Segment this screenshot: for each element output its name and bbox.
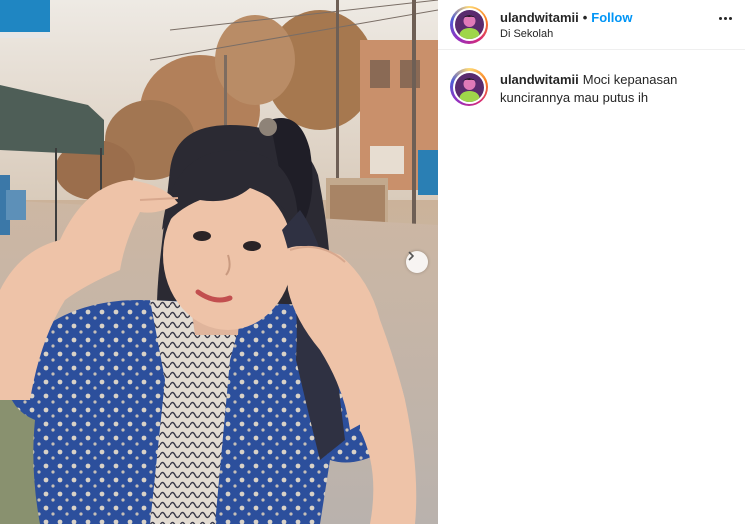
caption-avatar[interactable] [450,68,488,106]
chevron-right-icon [408,251,414,261]
caption-line-1: Moci kepanasan [582,72,678,87]
separator-dot: • [582,9,588,25]
post-side-panel: ulandwitamii • Follow Di Sekolah ulandwi… [438,0,745,524]
post-photo[interactable] [0,0,438,524]
avatar[interactable] [450,5,488,44]
caption-username[interactable]: ulandwitamii [500,72,579,87]
avatar-image [454,10,484,39]
photo-illustration [0,0,438,524]
avatar-image [454,72,484,102]
caption-row: ulandwitamii Moci kepanasan kuncirannya m… [438,50,745,107]
post-header: ulandwitamii • Follow Di Sekolah [438,0,745,50]
caption-line-2: kuncirannya mau putus ih [500,90,649,105]
header-username[interactable]: ulandwitamii [500,10,579,26]
more-options-icon[interactable] [715,10,735,26]
caption-text: ulandwitamii Moci kepanasan kuncirannya m… [500,68,720,107]
follow-button[interactable]: Follow [591,10,632,26]
carousel-next-button[interactable] [406,251,428,273]
post-location[interactable]: Di Sekolah [500,28,632,40]
